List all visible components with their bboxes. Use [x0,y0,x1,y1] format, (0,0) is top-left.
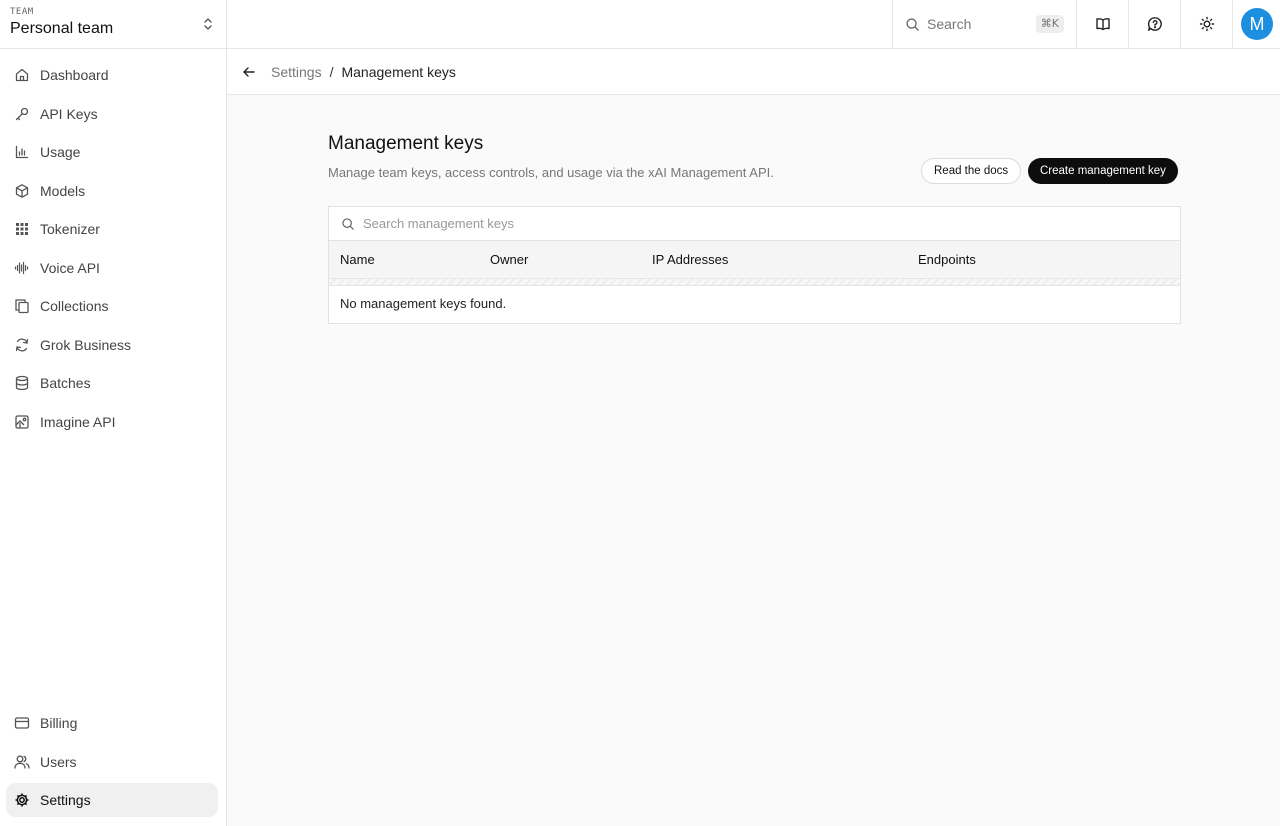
search-shortcut: ⌘K [1035,15,1064,33]
create-management-key-button[interactable]: Create management key [1028,158,1178,184]
column-header-owner[interactable]: Owner [490,252,528,267]
cube-icon [14,183,30,199]
image-icon [14,414,30,430]
sidebar-item-settings[interactable]: Settings [6,783,218,817]
column-header-endpoints[interactable]: Endpoints [918,252,976,267]
home-icon [14,67,30,83]
sun-icon [1199,16,1214,32]
gear-icon [14,792,30,808]
sidebar-bottom-nav: Billing Users Settings [6,706,218,822]
sidebar-item-label: Grok Business [40,336,132,353]
sidebar-item-tokenizer[interactable]: Tokenizer [6,212,218,246]
sidebar-item-label: Voice API [40,259,100,276]
team-name: Personal team [10,20,114,37]
search-icon [342,217,354,230]
breadcrumb: Settings / Management keys [227,49,1280,95]
theme-toggle-button[interactable] [1180,0,1232,48]
sidebar-item-api-keys[interactable]: API Keys [6,97,218,131]
sidebar-item-users[interactable]: Users [6,745,218,779]
sidebar-item-grok-business[interactable]: Grok Business [6,328,218,362]
refresh-icon [14,337,30,353]
credit-card-icon [14,715,30,731]
management-keys-table: Name Owner IP Addresses Endpoints No man… [328,206,1181,324]
breadcrumb-separator: / [329,63,334,80]
empty-state-message: No management keys found. [340,296,507,311]
team-label: TEAM [10,7,34,17]
table-search [329,207,1180,241]
sidebar-item-billing[interactable]: Billing [6,706,218,740]
sidebar: TEAM Personal team Dashboard API Keys Us… [0,0,227,826]
bar-chart-icon [14,144,30,160]
docs-button[interactable] [1076,0,1128,48]
search-icon [906,17,919,31]
sidebar-nav: Dashboard API Keys Usage Models Tokenize… [6,58,218,443]
arrow-left-icon[interactable] [241,64,257,80]
sidebar-item-collections[interactable]: Collections [6,289,218,323]
sidebar-item-label: Tokenizer [40,221,100,237]
sidebar-item-label: Collections [40,298,109,314]
sidebar-item-label: Users [40,753,77,770]
copy-icon [14,298,30,314]
sidebar-item-label: Imagine API [40,413,116,430]
sidebar-item-imagine-api[interactable]: Imagine API [6,405,218,439]
sidebar-item-label: Usage [40,144,81,160]
grid-icon [14,221,30,237]
management-keys-search-input[interactable] [363,216,1063,231]
help-chat-icon [1147,17,1162,31]
support-button[interactable] [1128,0,1180,48]
sidebar-item-models[interactable]: Models [6,174,218,208]
column-header-ip-addresses[interactable]: IP Addresses [652,252,728,267]
column-header-name[interactable]: Name [340,252,375,267]
key-icon [14,106,30,122]
book-icon [1095,18,1110,31]
sidebar-item-label: Models [40,182,86,199]
database-icon [14,375,30,391]
sidebar-item-label: Settings [40,792,91,808]
page-description: Manage team keys, access controls, and u… [328,165,774,180]
sidebar-item-batches[interactable]: Batches [6,366,218,400]
sidebar-item-label: Billing [40,715,78,731]
loading-stripes [329,278,1180,286]
sidebar-item-label: API Keys [40,105,98,122]
breadcrumb-current: Management keys [341,63,456,80]
read-docs-button[interactable]: Read the docs [921,158,1022,184]
top-bar: Search ⌘K M [227,0,1280,49]
breadcrumb-settings-link[interactable]: Settings [271,64,322,80]
team-switcher[interactable]: TEAM Personal team [0,0,226,49]
sidebar-item-usage[interactable]: Usage [6,135,218,169]
sidebar-item-label: Dashboard [40,67,109,83]
search-placeholder: Search [927,16,972,32]
avatar[interactable]: M [1241,8,1273,40]
global-search[interactable]: Search ⌘K [892,0,1076,48]
sidebar-item-label: Batches [40,375,91,391]
table-header: Name Owner IP Addresses Endpoints [329,241,1180,278]
users-icon [14,754,30,770]
sidebar-item-voice-api[interactable]: Voice API [6,251,218,285]
audio-wave-icon [14,260,30,276]
sidebar-item-dashboard[interactable]: Dashboard [6,58,218,92]
chevron-up-down-icon [204,18,212,30]
page-title: Management keys [328,133,484,154]
